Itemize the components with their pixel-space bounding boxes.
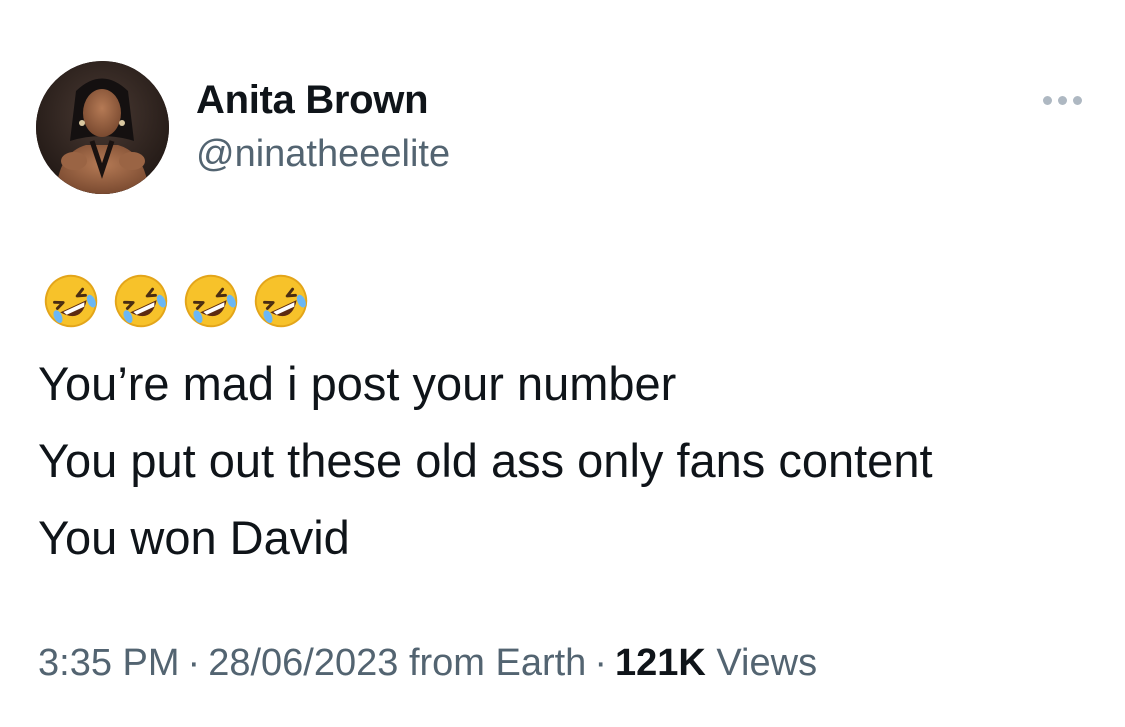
more-options-button[interactable] <box>1036 88 1088 112</box>
tweet-source: from Earth <box>408 642 587 684</box>
more-dots-icon <box>1042 95 1052 105</box>
tweet-line: You put out these old ass only fans cont… <box>38 434 933 487</box>
author-handle[interactable]: @ninatheeelite <box>196 133 450 176</box>
rolling-on-the-floor-laughing-icon <box>184 274 238 328</box>
separator: · <box>594 642 607 684</box>
tweet-text: You’re mad i post your number You put ou… <box>38 345 933 576</box>
tweet-date[interactable]: 28/06/2023 <box>208 642 398 684</box>
tweet-time[interactable]: 3:35 PM <box>38 642 180 684</box>
more-dots-icon <box>1057 95 1067 105</box>
emoji-row <box>40 270 312 332</box>
separator: · <box>187 642 201 684</box>
views-count[interactable]: 121K <box>615 642 706 684</box>
rolling-on-the-floor-laughing-icon <box>44 274 98 328</box>
rolling-on-the-floor-laughing-icon <box>254 274 308 328</box>
tweet-line: You’re mad i post your number <box>38 357 677 410</box>
avatar-image <box>36 61 169 194</box>
rolling-on-the-floor-laughing-icon <box>114 274 168 328</box>
tweet-line: You won David <box>38 511 350 564</box>
tweet-metadata: 3:35 PM · 28/06/2023 from Earth · 121K Views <box>38 642 817 685</box>
avatar[interactable] <box>36 61 169 194</box>
more-dots-icon <box>1072 95 1082 105</box>
views-label[interactable]: Views <box>716 642 817 684</box>
author-display-name[interactable]: Anita Brown <box>196 78 429 123</box>
